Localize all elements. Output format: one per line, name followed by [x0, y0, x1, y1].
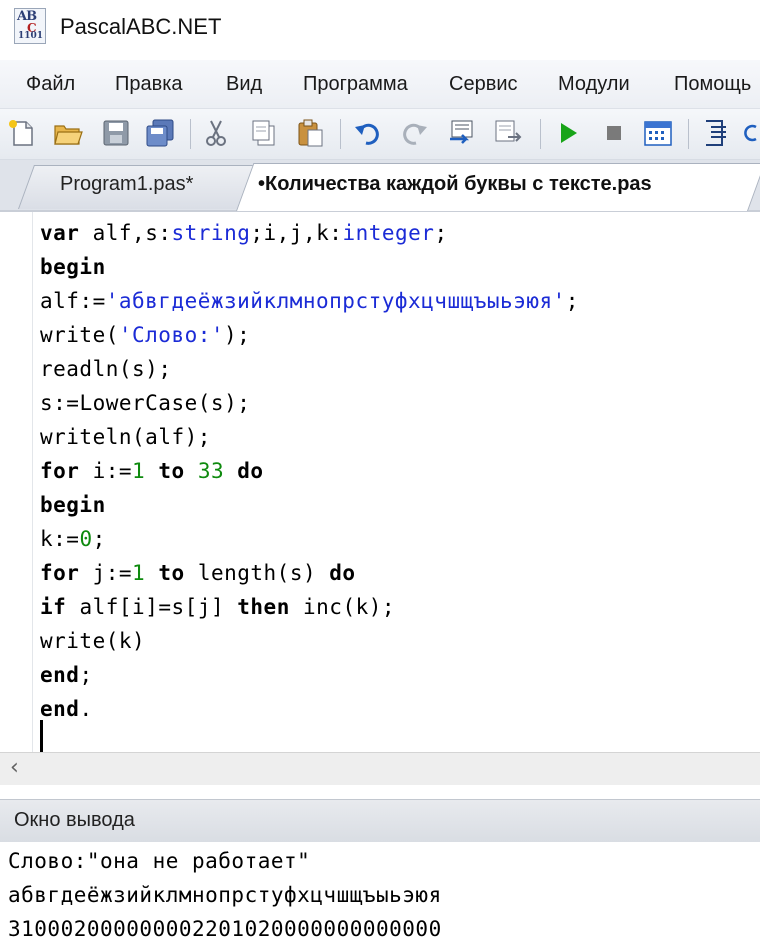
new-file-icon[interactable] [6, 117, 38, 149]
text-cursor [40, 720, 43, 752]
code-editor[interactable]: var alf,s:string;i,j,k:integer; begin al… [0, 212, 760, 752]
undo-icon[interactable] [352, 117, 384, 149]
refresh-icon[interactable] [742, 117, 760, 149]
toolbar-separator [688, 119, 689, 149]
run-icon[interactable] [552, 117, 584, 149]
menu-bar: Файл Правка Вид Программа Сервис Модули … [0, 60, 760, 109]
output-panel-header: Окно вывода [0, 799, 760, 843]
tab-bar: Program1.pas* •Количества каждой буквы с… [0, 160, 760, 212]
redo-icon[interactable] [398, 117, 430, 149]
menu-file[interactable]: Файл [26, 73, 75, 96]
open-folder-icon[interactable] [52, 117, 84, 149]
code-line[interactable]: end; [40, 658, 579, 692]
output-line: абвгдеёжзийклмнопрстуфхцчшщъыьэюя [8, 883, 442, 907]
output-panel[interactable]: Слово:"она не работает" абвгдеёжзийклмно… [0, 842, 760, 952]
code-area[interactable]: var alf,s:string;i,j,k:integer; begin al… [40, 216, 579, 726]
toolbar-separator [540, 119, 541, 149]
code-line[interactable]: begin [40, 488, 579, 522]
code-line[interactable]: writeln(alf); [40, 420, 579, 454]
menu-view[interactable]: Вид [226, 73, 262, 96]
menu-edit[interactable]: Правка [115, 73, 183, 96]
window-title: PascalABC.NET [60, 14, 222, 39]
toolbar-separator [190, 119, 191, 149]
code-line[interactable]: readln(s); [40, 352, 579, 386]
paste-icon[interactable] [294, 117, 326, 149]
panel-gap [0, 785, 760, 799]
editor-gutter [0, 212, 33, 752]
horizontal-scrollbar[interactable]: ‹ [0, 752, 760, 785]
code-line[interactable]: write(k) [40, 624, 579, 658]
code-line[interactable]: if alf[i]=s[j] then inc(k); [40, 590, 579, 624]
output-line: Слово:"она не работает" [8, 849, 311, 873]
code-line[interactable]: write('Слово:'); [40, 318, 579, 352]
code-line[interactable]: var alf,s:string;i,j,k:integer; [40, 216, 579, 250]
output-panel-title: Окно вывода [14, 809, 135, 831]
toolbar [0, 109, 760, 160]
code-line[interactable]: for i:=1 to 33 do [40, 454, 579, 488]
toolbar-separator [340, 119, 341, 149]
pascalabc-app-icon: AB C 1101 [14, 8, 46, 44]
code-line[interactable]: k:=0; [40, 522, 579, 556]
save-icon[interactable] [100, 117, 132, 149]
menu-program[interactable]: Программа [303, 73, 408, 96]
copy-icon[interactable] [248, 117, 280, 149]
code-line[interactable]: end. [40, 692, 579, 726]
form-designer-icon[interactable] [642, 117, 674, 149]
code-line[interactable]: begin [40, 250, 579, 284]
tab-program1-label: Program1.pas* [60, 173, 194, 195]
compile-icon[interactable] [446, 117, 478, 149]
debug-step-icon[interactable] [492, 117, 524, 149]
output-line: 310002000000002201020000000000000 [8, 917, 442, 941]
title-bar: AB C 1101 PascalABC.NET [0, 0, 760, 60]
output-panel-icon[interactable] [700, 117, 732, 149]
code-line[interactable]: alf:='абвгдеёжзийклмнопрстуфхцчшщъыьэюя'… [40, 284, 579, 318]
menu-modules[interactable]: Модули [558, 73, 630, 96]
code-line[interactable]: for j:=1 to length(s) do [40, 556, 579, 590]
stop-icon[interactable] [598, 117, 630, 149]
tab-letter-count-label: •Количества каждой буквы с тексте.pas [258, 173, 652, 195]
menu-service[interactable]: Сервис [449, 73, 518, 96]
code-line[interactable]: s:=LowerCase(s); [40, 386, 579, 420]
cut-icon[interactable] [200, 117, 232, 149]
save-all-icon[interactable] [144, 117, 176, 149]
menu-help[interactable]: Помощь [674, 73, 751, 96]
scroll-left-arrow-icon[interactable]: ‹ [10, 755, 19, 780]
